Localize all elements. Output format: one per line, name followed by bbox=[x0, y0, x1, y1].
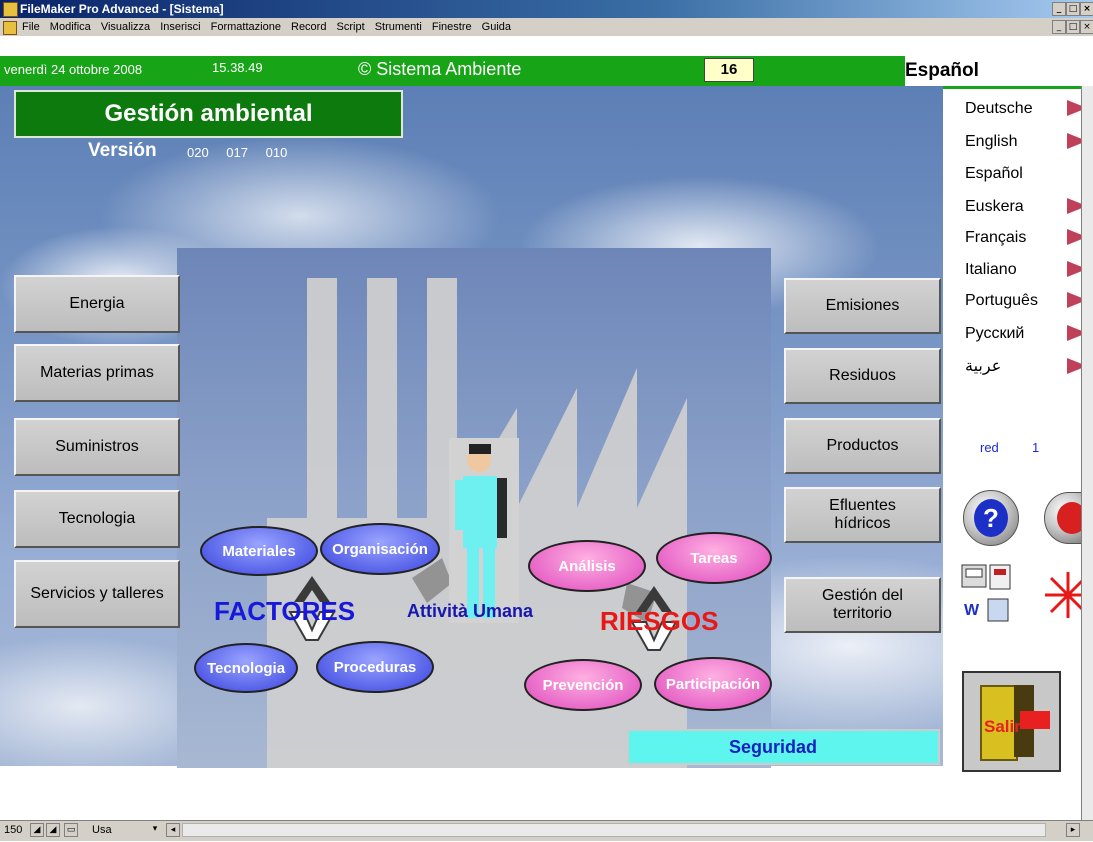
materiales-button[interactable]: Materiales bbox=[200, 526, 318, 576]
tareas-button[interactable]: Tareas bbox=[656, 532, 772, 584]
menu-bar: File Modifica Visualizza Inserisci Forma… bbox=[0, 18, 1093, 36]
menu-modifica[interactable]: Modifica bbox=[50, 21, 91, 33]
network-label: red bbox=[980, 440, 999, 455]
analisis-button[interactable]: Análisis bbox=[528, 540, 646, 592]
participacion-button[interactable]: Participación bbox=[654, 657, 772, 711]
tecnologia-oval-button[interactable]: Tecnologia bbox=[194, 643, 298, 693]
efluentes-hidricos-button[interactable]: Efluentes hídricos bbox=[784, 487, 941, 543]
scroll-right-icon[interactable]: ▸ bbox=[1066, 823, 1080, 837]
horizontal-scrollbar[interactable] bbox=[182, 823, 1046, 837]
page-title: Gestión ambiental bbox=[14, 90, 403, 138]
language-francais[interactable]: Français bbox=[965, 229, 1026, 247]
title-bar: FileMaker Pro Advanced - [Sistema] _ □ × bbox=[0, 0, 1093, 18]
language-arabic[interactable]: عربية bbox=[965, 356, 1001, 376]
menu-finestre[interactable]: Finestre bbox=[432, 21, 472, 33]
tecnologia-button[interactable]: Tecnologia bbox=[14, 490, 180, 548]
vertical-scrollbar[interactable] bbox=[1081, 86, 1093, 820]
mode-selector[interactable]: Usa bbox=[92, 824, 112, 836]
prevencion-button[interactable]: Prevención bbox=[524, 659, 642, 711]
app-icon bbox=[3, 2, 18, 17]
worker-figure bbox=[449, 438, 519, 623]
network-value: 1 bbox=[1032, 440, 1040, 455]
doc-maximize-button[interactable]: □ bbox=[1066, 20, 1080, 34]
minimize-button[interactable]: _ bbox=[1052, 2, 1066, 16]
language-euskera[interactable]: Euskera bbox=[965, 198, 1024, 216]
bottom-status-bar: 150 ◢ ◢ ▭ Usa ▾ ◂ ▸ bbox=[0, 820, 1093, 841]
servicios-talleres-button[interactable]: Servicios y talleres bbox=[14, 560, 180, 628]
suministros-button[interactable]: Suministros bbox=[14, 418, 180, 476]
exit-arrow-icon bbox=[1020, 711, 1050, 729]
doc-close-button[interactable]: × bbox=[1080, 20, 1093, 34]
zoom-level[interactable]: 150 bbox=[4, 824, 22, 836]
riesgos-label: RIESGOS bbox=[600, 606, 719, 636]
organisacion-button[interactable]: Organisación bbox=[320, 523, 440, 575]
language-italiano[interactable]: Italiano bbox=[965, 261, 1017, 279]
factores-label: FACTORES bbox=[214, 596, 356, 626]
menu-script[interactable]: Script bbox=[337, 21, 365, 33]
svg-text:W: W bbox=[964, 602, 980, 619]
date-display: venerdì 24 ottobre 2008 bbox=[4, 62, 143, 77]
close-button[interactable]: × bbox=[1080, 2, 1093, 16]
window-title: FileMaker Pro Advanced - [Sistema] bbox=[20, 2, 224, 16]
language-russian[interactable]: Русский bbox=[965, 325, 1024, 343]
scroll-left-icon[interactable]: ◂ bbox=[166, 823, 180, 837]
language-english[interactable]: English bbox=[965, 133, 1017, 151]
document-icon bbox=[3, 21, 17, 35]
copyright-text: © Sistema Ambiente bbox=[358, 59, 522, 79]
materias-primas-button[interactable]: Materias primas bbox=[14, 344, 180, 402]
language-deutsche[interactable]: Deutsche bbox=[965, 100, 1033, 118]
question-icon: ? bbox=[974, 499, 1008, 537]
language-portugues[interactable]: Português bbox=[965, 292, 1038, 310]
residuos-button[interactable]: Residuos bbox=[784, 348, 941, 404]
zoom-in-icon[interactable]: ◢ bbox=[46, 823, 60, 837]
menu-inserisci[interactable]: Inserisci bbox=[160, 21, 200, 33]
exit-label: Salir bbox=[984, 717, 1021, 736]
zoom-out-icon[interactable]: ◢ bbox=[30, 823, 44, 837]
doc-minimize-button[interactable]: _ bbox=[1052, 20, 1066, 34]
mode-dropdown-icon[interactable]: ▾ bbox=[148, 823, 162, 837]
current-language: Español bbox=[905, 56, 1093, 89]
language-espanol: Español bbox=[965, 165, 1023, 182]
status-bar: venerdì 24 ottobre 2008 15.38.49 © Siste… bbox=[0, 56, 905, 86]
menu-strumenti[interactable]: Strumenti bbox=[375, 21, 422, 33]
help-button[interactable]: ? bbox=[963, 490, 1019, 546]
version-label: Versión bbox=[88, 140, 157, 161]
toolbar-area bbox=[0, 36, 1093, 56]
menu-visualizza[interactable]: Visualizza bbox=[101, 21, 150, 33]
productos-button[interactable]: Productos bbox=[784, 418, 941, 474]
status-area-icon[interactable]: ▭ bbox=[64, 823, 78, 837]
time-display: 15.38.49 bbox=[212, 60, 263, 75]
version-numbers: 020 017 010 bbox=[187, 145, 288, 160]
attivita-umana-label: Attività Umana bbox=[407, 601, 534, 621]
menu-file[interactable]: File bbox=[22, 21, 40, 33]
emisiones-button[interactable]: Emisiones bbox=[784, 278, 941, 334]
exit-button[interactable]: Salir bbox=[962, 671, 1061, 772]
menu-guida[interactable]: Guida bbox=[482, 21, 511, 33]
menu-formattazione[interactable]: Formattazione bbox=[211, 21, 281, 33]
seguridad-button[interactable]: Seguridad bbox=[627, 729, 940, 765]
menu-record[interactable]: Record bbox=[291, 21, 326, 33]
proceduras-button[interactable]: Proceduras bbox=[316, 641, 434, 693]
maximize-button[interactable]: □ bbox=[1066, 2, 1080, 16]
energia-button[interactable]: Energia bbox=[14, 275, 180, 333]
record-counter: 16 bbox=[704, 58, 754, 82]
print-icon[interactable]: W bbox=[960, 563, 1020, 629]
gestion-territorio-button[interactable]: Gestión del territorio bbox=[784, 577, 941, 633]
